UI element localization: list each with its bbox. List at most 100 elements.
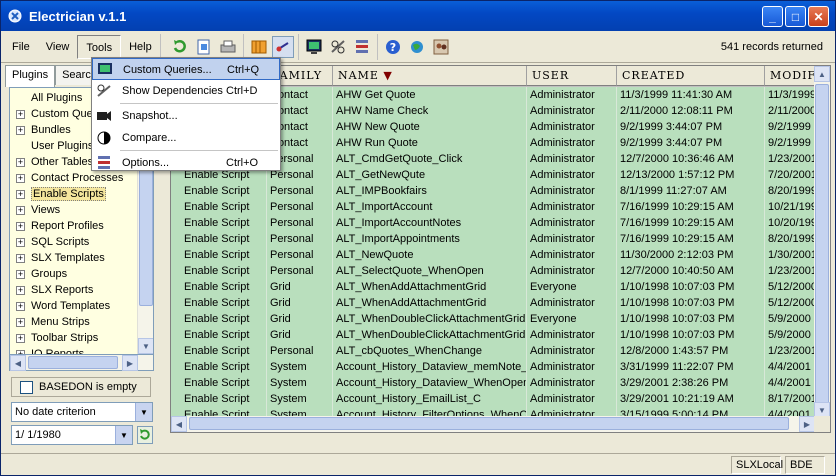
scroll-down-arrow[interactable]: ▼	[138, 338, 153, 354]
expand-plus-icon[interactable]: +	[16, 286, 25, 295]
grid-scroll-thumb[interactable]	[815, 84, 829, 404]
column-header[interactable]: NAME ▼	[333, 66, 527, 86]
refresh-button[interactable]	[169, 36, 191, 58]
table-cell: ALT_NewQuote	[333, 247, 527, 263]
refresh-filter-icon[interactable]	[137, 426, 153, 444]
table-cell: Administrator	[527, 199, 617, 215]
expand-plus-icon[interactable]: +	[16, 174, 25, 183]
column-header[interactable]: MODIFIED	[765, 66, 816, 86]
tree-node[interactable]: + Menu Strips	[10, 314, 140, 330]
grid-scroll-right-arrow[interactable]: ▶	[799, 416, 815, 432]
expand-plus-icon[interactable]: +	[16, 190, 25, 199]
table-row[interactable]: Enable Script System Account_History_Datav…	[171, 359, 816, 375]
table-row[interactable]: Enable Script System Account_History_Datav…	[171, 375, 816, 391]
menu-item-compare[interactable]: Compare...	[92, 127, 280, 149]
table-row[interactable]: Enable Script Grid ALT_WhenAddAttachmentGr…	[171, 295, 816, 311]
svg-text:?: ?	[390, 41, 396, 54]
grid-scroll-left-arrow[interactable]: ◀	[171, 416, 187, 432]
table-cell: Personal	[267, 263, 333, 279]
expand-plus-icon[interactable]: +	[16, 254, 25, 263]
expand-plus-icon[interactable]: +	[16, 158, 25, 167]
table-cell: 2/11/2000 12:08:11 PM	[617, 103, 765, 119]
table-row[interactable]: Enable Script Personal ALT_ImportAppointme…	[171, 231, 816, 247]
chevron-down-icon[interactable]: ▼	[135, 403, 152, 421]
menu-file[interactable]: File	[4, 35, 38, 59]
date-criterion-select[interactable]: No date criterion ▼	[11, 402, 153, 422]
grid-vertical-scrollbar[interactable]: ▲ ▼	[814, 66, 830, 418]
tree-node-label: Enable Scripts	[31, 187, 106, 201]
queries-button[interactable]	[303, 36, 325, 58]
scroll-right-arrow[interactable]: ▶	[122, 355, 138, 371]
table-row[interactable]: Enable Script Personal ALT_ImportAccount Ad…	[171, 199, 816, 215]
title-bar[interactable]: Electrician v.1.1 _ □ ✕	[1, 1, 835, 31]
grid-hscroll-thumb[interactable]	[189, 417, 789, 430]
expand-plus-icon[interactable]: +	[16, 206, 25, 215]
table-row[interactable]: Enable Script Personal ALT_cbQuotes_WhenCh…	[171, 343, 816, 359]
hscroll-thumb[interactable]	[28, 356, 118, 369]
table-cell: ALT_ImportAppointments	[333, 231, 527, 247]
about-button[interactable]	[430, 36, 452, 58]
expand-plus-icon[interactable]: +	[16, 318, 25, 327]
table-cell: Grid	[267, 279, 333, 295]
tree-node[interactable]: + Enable Scripts	[10, 186, 140, 202]
web-button[interactable]	[406, 36, 428, 58]
tree-node[interactable]: + IQ Reports	[10, 346, 140, 354]
print-button[interactable]	[217, 36, 239, 58]
plugin-button[interactable]	[248, 36, 270, 58]
menu-item-snapshot[interactable]: Snapshot...	[92, 105, 280, 127]
export-button[interactable]	[193, 36, 215, 58]
tree-node[interactable]: + SLX Templates	[10, 250, 140, 266]
options-button[interactable]	[351, 36, 373, 58]
tree-node[interactable]: + Word Templates	[10, 298, 140, 314]
table-row[interactable]: Enable Script System Account_History_Email…	[171, 391, 816, 407]
expand-plus-icon[interactable]: +	[16, 222, 25, 231]
menu-view[interactable]: View	[38, 35, 78, 59]
grid-scroll-up-arrow[interactable]: ▲	[814, 66, 830, 82]
menu-item-custom-queries[interactable]: Custom Queries... Ctrl+Q	[92, 58, 280, 80]
column-header[interactable]: CREATED	[617, 66, 765, 86]
table-cell: 8/20/1999	[765, 183, 816, 199]
table-row[interactable]: Enable Script Personal ALT_ImportAccountNo…	[171, 215, 816, 231]
expand-plus-icon[interactable]: +	[16, 334, 25, 343]
menu-tools[interactable]: Tools	[77, 34, 122, 59]
tree-node[interactable]: + Views	[10, 202, 140, 218]
menu-item-options[interactable]: Options... Ctrl+O	[92, 152, 280, 174]
table-row[interactable]: Enable Script Personal ALT_IMPBookfairs Adm…	[171, 183, 816, 199]
tree-node[interactable]: + Groups	[10, 266, 140, 282]
expand-plus-icon[interactable]: +	[16, 302, 25, 311]
table-row[interactable]: Enable Script Personal ALT_NewQuote Adminis…	[171, 247, 816, 263]
expand-plus-icon[interactable]: +	[16, 238, 25, 247]
expand-plus-icon[interactable]: +	[16, 270, 25, 279]
dependencies-button[interactable]	[327, 36, 349, 58]
tab-plugins[interactable]: Plugins	[5, 65, 56, 87]
tree-node[interactable]: + Toolbar Strips	[10, 330, 140, 346]
minimize-button[interactable]: _	[762, 6, 783, 27]
column-header[interactable]: USER	[527, 66, 617, 86]
tree-horizontal-scrollbar[interactable]: ◀ ▶	[9, 355, 154, 371]
menu-bar: File View Tools Help	[1, 33, 161, 60]
scroll-left-arrow[interactable]: ◀	[10, 355, 26, 371]
help-button[interactable]: ?	[382, 36, 404, 58]
filter-toggle-button[interactable]	[271, 35, 294, 58]
menu-file-label: File	[12, 40, 30, 53]
table-row[interactable]: Enable Script Grid ALT_WhenAddAttachmentGr…	[171, 279, 816, 295]
printer-icon	[220, 40, 236, 52]
tree-node[interactable]: + Report Profiles	[10, 218, 140, 234]
menu-help[interactable]: Help	[121, 35, 160, 59]
expand-plus-icon[interactable]: +	[16, 126, 25, 135]
tree-node[interactable]: + SLX Reports	[10, 282, 140, 298]
close-button[interactable]: ✕	[808, 6, 829, 27]
grid-horizontal-scrollbar[interactable]: ◀ ▶	[171, 416, 816, 432]
maximize-button[interactable]: □	[785, 6, 806, 27]
date-picker[interactable]: 1/ 1/1980 ▼	[11, 425, 133, 445]
tree-node[interactable]: + SQL Scripts	[10, 234, 140, 250]
menu-separator	[120, 103, 278, 104]
table-row[interactable]: Enable Script Personal ALT_SelectQuote_Whe…	[171, 263, 816, 279]
expand-plus-icon[interactable]: +	[16, 110, 25, 119]
table-row[interactable]: Enable Script Grid ALT_WhenDoubleClickAtta…	[171, 311, 816, 327]
basedon-filter[interactable]: BASEDON is empty	[11, 377, 151, 397]
basedon-checkbox[interactable]	[20, 380, 33, 394]
calendar-dropdown-icon[interactable]: ▼	[115, 426, 132, 444]
table-row[interactable]: Enable Script Grid ALT_WhenDoubleClickAtta…	[171, 327, 816, 343]
menu-item-show-dependencies[interactable]: Show Dependencies Ctrl+D	[92, 80, 280, 102]
